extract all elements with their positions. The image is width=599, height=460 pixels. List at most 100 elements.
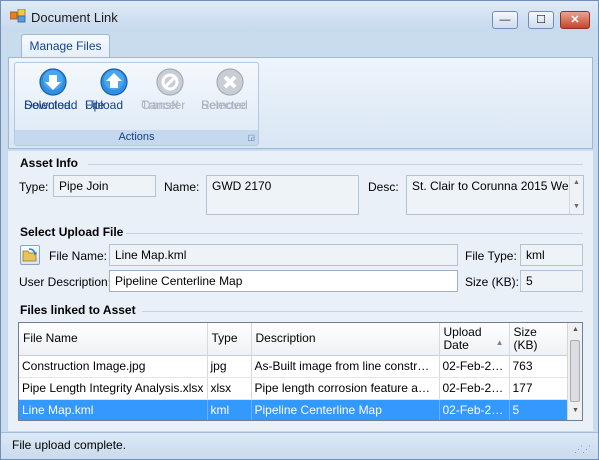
file-type-label: File Type: [465,249,517,263]
download-icon [39,68,67,96]
desc-scrollbar[interactable]: ▲ ▼ [569,176,583,214]
remove-icon [216,68,244,96]
download-selected-label-2: Selected [24,98,71,112]
cancel-transfer-label-2: Transfer [141,98,186,112]
upload-file-label-2: File [85,98,105,112]
table-scrollbar[interactable]: ▲ ▼ [567,323,582,420]
type-value: Pipe Join [59,179,109,193]
user-description-input[interactable]: Pipeline Centerline Map [109,270,458,292]
table-row[interactable]: Construction Image.jpg jpg As-Built imag… [19,355,569,378]
cell-description: Pipe length corrosion feature analysi... [251,377,440,400]
cell-type: kml [207,399,252,420]
browse-file-button[interactable] [20,245,40,265]
name-value: GWD 2170 [212,179,272,193]
upload-divider [126,233,583,234]
cell-file-name: Pipe Length Integrity Analysis.xlsx [19,377,208,400]
file-name-field: Line Map.kml [109,244,458,266]
column-header-description[interactable]: Description [251,323,440,356]
scroll-up-icon[interactable]: ▲ [572,326,579,333]
cell-size: 5 [509,399,569,420]
cell-file-name: Construction Image.jpg [19,355,208,378]
column-header-label: Type [211,331,238,346]
upload-icon [100,68,128,96]
files-divider [142,311,583,312]
scroll-down-icon[interactable]: ▼ [572,407,579,414]
minimize-button[interactable]: — [492,11,518,29]
cell-type: xlsx [207,377,252,400]
ribbon-panel: Download Selected Upload File Cancel Tra… [8,57,593,149]
remove-selected-button[interactable]: Remove Selected [201,67,259,131]
remove-selected-label-2: Selected [201,98,248,112]
table-row[interactable]: Pipe Length Integrity Analysis.xlsx xlsx… [19,377,569,400]
maximize-button[interactable]: ☐ [528,11,554,29]
column-header-file-name[interactable]: File Name [19,323,208,356]
maximize-icon: ☐ [536,14,546,26]
title-bar[interactable]: Document Link — ☐ ✕ [1,1,598,31]
file-type-value: kml [526,248,545,262]
type-label: Type: [19,180,49,194]
minimize-icon: — [499,14,511,26]
asset-info-divider [88,164,583,165]
cell-upload-date: 02-Feb-2016 [439,377,510,400]
name-field: GWD 2170 [206,175,359,215]
scrollbar-thumb[interactable] [570,340,580,402]
size-label: Size (KB): [465,275,520,289]
close-icon: ✕ [570,14,580,26]
cell-size: 763 [509,355,569,378]
status-bar: File upload complete. ⋰⋰ [1,432,598,459]
actions-group-label: Actions [15,130,258,145]
desc-label: Desc: [368,180,399,194]
cell-type: jpg [207,355,252,378]
main-content: Asset Info Type: Pipe Join Name: GWD 217… [8,151,593,431]
actions-group-label-text: Actions [118,131,155,143]
tab-manage-files-label: Manage Files [29,39,102,53]
file-name-value: Line Map.kml [115,248,187,262]
window-title: Document Link [31,10,118,25]
column-header-label: File Name [23,331,78,346]
table-header-row: File Name Type Description Upload Date ▲… [19,323,569,356]
user-description-value: Pipeline Centerline Map [115,274,243,288]
tab-manage-files[interactable]: Manage Files [21,34,110,58]
app-icon [10,9,26,23]
actions-group: Download Selected Upload File Cancel Tra… [14,62,259,146]
desc-field: St. Clair to Corunna 2015 Welds ▲ ▼ [406,175,584,215]
cell-upload-date: 02-Feb-2016 [439,355,510,378]
resize-grip-icon[interactable]: ⋰⋰ [574,444,591,455]
column-header-size[interactable]: Size (KB) [509,323,569,356]
open-folder-icon [22,248,38,262]
column-header-label: Description [255,331,316,346]
sort-ascending-icon: ▲ [495,338,504,347]
name-label: Name: [164,180,200,194]
files-title: Files linked to Asset [20,303,136,317]
cell-description: Pipeline Centerline Map [251,399,440,420]
file-type-field: kml [520,244,583,266]
cell-size: 177 [509,377,569,400]
column-header-upload-date[interactable]: Upload Date ▲ [439,323,510,356]
file-name-label: File Name: [49,249,108,263]
scroll-up-icon[interactable]: ▲ [573,179,580,186]
desc-value: St. Clair to Corunna 2015 Welds [412,179,584,193]
cell-description: As-Built image from line construction [251,355,440,378]
files-table: File Name Type Description Upload Date ▲… [18,322,583,421]
type-field: Pipe Join [53,175,156,197]
close-button[interactable]: ✕ [560,11,590,29]
table-row-selected[interactable]: Line Map.kml kml Pipeline Centerline Map… [19,399,569,420]
scroll-down-icon[interactable]: ▼ [573,203,580,210]
upload-title: Select Upload File [20,225,124,239]
cancel-icon [156,68,184,96]
download-selected-button[interactable]: Download Selected [24,67,82,131]
status-text: File upload complete. [12,438,127,452]
cancel-transfer-button[interactable]: Cancel Transfer [141,67,199,131]
column-header-label: Upload Date [443,324,482,352]
cell-upload-date: 02-Feb-2016 [439,399,510,420]
column-header-label: Size (KB) [513,324,538,352]
user-description-label: User Description: [19,275,112,289]
size-field: 5 [520,270,583,292]
dialog-launcher-icon[interactable]: ◲ [247,133,255,142]
column-header-type[interactable]: Type [207,323,252,356]
document-link-window: Document Link — ☐ ✕ Manage Files Downloa… [0,0,599,460]
size-value: 5 [526,274,533,288]
upload-file-button[interactable]: Upload File [85,67,143,131]
cell-file-name: Line Map.kml [19,399,208,420]
asset-info-title: Asset Info [20,156,79,170]
